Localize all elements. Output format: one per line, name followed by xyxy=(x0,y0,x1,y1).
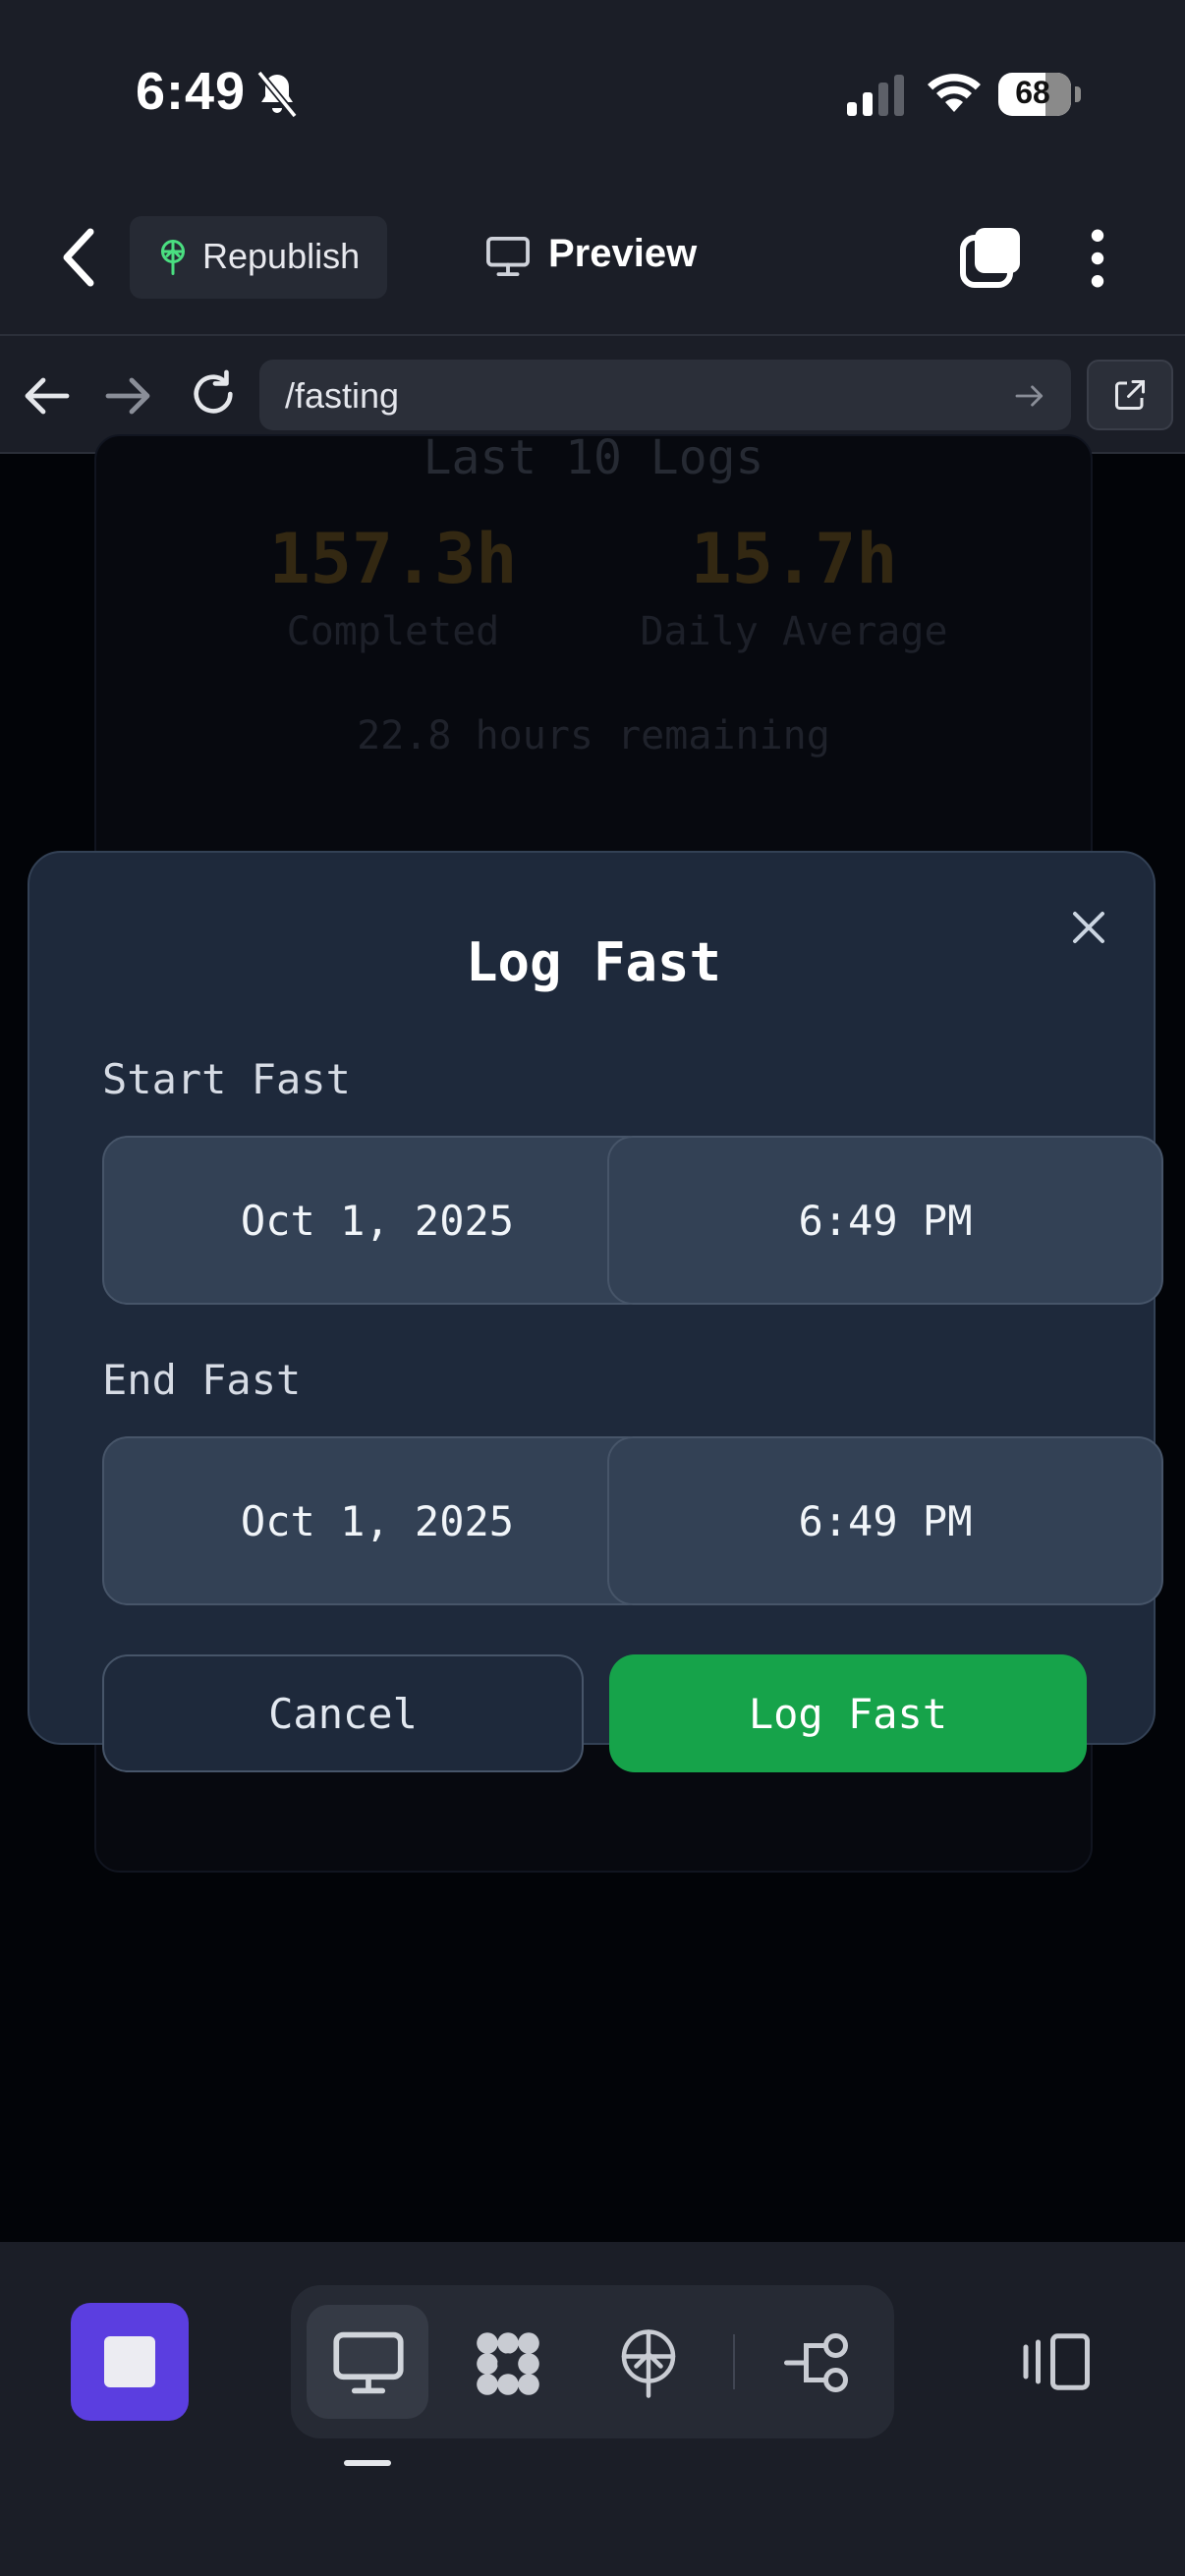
bottom-toolbar xyxy=(0,2242,1185,2576)
deploy-icon[interactable] xyxy=(619,2328,678,2399)
arrow-right-icon[interactable] xyxy=(104,375,151,417)
panel-icon[interactable] xyxy=(1018,2332,1093,2391)
daily-average-label: Daily Average xyxy=(640,609,948,654)
go-arrow-icon[interactable] xyxy=(1014,383,1045,409)
url-text: /fasting xyxy=(285,375,400,416)
start-fast-label: Start Fast xyxy=(102,1055,351,1103)
bell-slash-icon xyxy=(256,70,298,119)
open-external-button[interactable] xyxy=(1087,360,1173,430)
back-chevron-icon[interactable] xyxy=(59,226,98,289)
top-chrome: 6:49 68 Republish Preview xyxy=(0,0,1185,334)
end-time-input[interactable]: 6:49 PM xyxy=(607,1436,1163,1605)
preview-button[interactable]: Preview xyxy=(481,222,727,293)
hours-remaining: 22.8 hours remaining xyxy=(357,713,830,758)
modal-title: Log Fast xyxy=(465,931,722,993)
start-date-input[interactable]: Oct 1, 2025 xyxy=(102,1136,652,1305)
reload-icon[interactable] xyxy=(189,369,238,419)
tabs-icon[interactable] xyxy=(959,226,1022,289)
workspace-grid-icon[interactable] xyxy=(472,2328,544,2399)
daily-average-hours: 15.7h xyxy=(690,519,898,599)
url-input[interactable]: /fasting xyxy=(259,360,1071,430)
tool-group xyxy=(291,2285,894,2438)
toolbar-divider xyxy=(733,2334,735,2389)
arrow-left-icon[interactable] xyxy=(24,375,71,417)
active-tab-indicator xyxy=(344,2460,391,2466)
cancel-button[interactable]: Cancel xyxy=(102,1654,584,1772)
external-link-icon xyxy=(1115,380,1145,410)
more-vertical-icon[interactable] xyxy=(1081,228,1114,289)
completed-hours: 157.3h xyxy=(268,519,518,599)
end-fast-label: End Fast xyxy=(102,1356,302,1404)
republish-button[interactable]: Republish xyxy=(130,216,387,299)
battery-level: 68 xyxy=(1015,75,1050,110)
preview-label: Preview xyxy=(548,232,698,275)
end-date-input[interactable]: Oct 1, 2025 xyxy=(102,1436,652,1605)
status-time: 6:49 xyxy=(136,62,247,121)
flow-icon[interactable] xyxy=(784,2332,853,2393)
battery-icon: 68 xyxy=(998,73,1081,116)
log-fast-modal: Log Fast Start Fast Oct 1, 2025 6:49 PM … xyxy=(28,851,1163,1772)
wifi-icon xyxy=(928,74,981,112)
republish-icon xyxy=(161,240,185,275)
monitor-icon xyxy=(486,236,530,277)
desktop-icon[interactable] xyxy=(332,2330,405,2395)
start-time-input[interactable]: 6:49 PM xyxy=(607,1136,1163,1305)
stop-icon xyxy=(104,2336,155,2387)
log-fast-button[interactable]: Log Fast xyxy=(609,1654,1087,1772)
completed-label: Completed xyxy=(286,609,500,654)
stop-button[interactable] xyxy=(71,2303,189,2421)
stats-card-title: Last 10 Logs xyxy=(423,430,764,485)
signal-icon xyxy=(847,75,904,116)
republish-label: Republish xyxy=(202,236,361,276)
